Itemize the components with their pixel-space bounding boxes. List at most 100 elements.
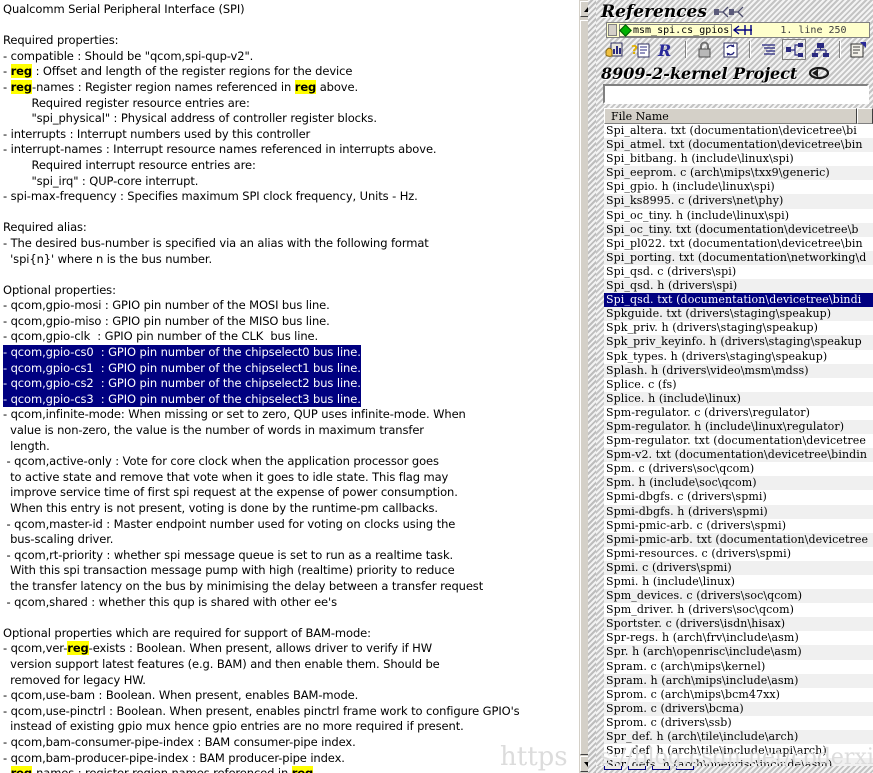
application-window: Qualcomm Serial Peripheral Interface (SP…	[0, 0, 873, 773]
doc-line: - qcom,ver-reg-exists : Boolean. When pr…	[3, 641, 432, 656]
file-list-row[interactable]: Spmi-dbgfs. c (drivers\spmi)	[604, 490, 873, 504]
doc-line: Required interrupt resource entries are:	[3, 157, 256, 172]
bottom-icon-4[interactable]	[676, 766, 694, 770]
list-view-button[interactable]	[756, 39, 780, 60]
selected-text: - qcom,gpio-cs0 : GPIO pin number of the…	[3, 345, 361, 361]
file-list-row[interactable]: Spm-v2. txt (documentation\devicetree\bi…	[604, 448, 873, 463]
history-button[interactable]	[602, 39, 626, 60]
doc-line: Required properties:	[3, 33, 119, 48]
doc-line: bus-scaling driver.	[3, 532, 114, 547]
refresh-button[interactable]	[718, 39, 742, 60]
bottom-icon-1[interactable]	[604, 766, 622, 770]
file-list-row[interactable]: Spi_oc_tiny. txt (documentation\devicetr…	[604, 222, 873, 237]
file-list-row[interactable]: Spm_driver. h (drivers\soc\qcom)	[604, 603, 873, 617]
file-list-row[interactable]: Spi_pl022. txt (documentation\devicetree…	[604, 237, 873, 251]
doc-line: - reg-names : register region names refe…	[3, 766, 575, 773]
file-list-row[interactable]: Sprom. c (arch\mips\bcm47xx)	[604, 688, 873, 702]
file-list-row[interactable]: Spi_eeprom. c (arch\mips\txx9\generic)	[604, 166, 873, 181]
file-list-row[interactable]: Sprom. c (drivers\bcma)	[604, 701, 873, 716]
symbol-location-bar[interactable]: msm_spi.cs_gpios 1. line 250	[606, 22, 870, 38]
tree-view-button[interactable]	[808, 39, 832, 60]
highlighted-keyword: reg	[294, 79, 317, 94]
file-list-row[interactable]: Spi_porting. txt (documentation\networki…	[604, 250, 873, 265]
file-list[interactable]: Spi_altera. txt (documentation\devicetre…	[604, 124, 873, 766]
project-panel-title: 8909-2-kernel Project	[601, 62, 830, 84]
file-list-row[interactable]: Spi_oc_tiny. h (include\linux\spi)	[604, 209, 873, 223]
file-list-row[interactable]: Sprom. c (drivers\ssb)	[604, 716, 873, 730]
lock-button[interactable]	[692, 39, 716, 60]
doc-line: version support latest features (e.g. BA…	[3, 656, 440, 671]
doc-line: - qcom,bam-consumer-pipe-index : BAM con…	[3, 734, 356, 749]
crumb-drag-handle[interactable]	[608, 24, 617, 36]
file-list-row[interactable]: Spm. c (drivers\soc\qcom)	[604, 462, 873, 476]
file-list-row[interactable]: Spmi-resources. c (drivers\spmi)	[604, 547, 873, 561]
file-list-row[interactable]: Spmi-pmic-arb. c (drivers\spmi)	[604, 519, 873, 533]
doc-line: - compatible : Should be "qcom,spi-qup-v…	[3, 48, 254, 63]
doc-line	[3, 267, 575, 283]
file-list-row[interactable]: Spm. h (include\soc\qcom)	[604, 476, 873, 491]
project-title-label: 8909-2-kernel Project	[601, 63, 798, 83]
file-list-row[interactable]: Spi_altera. txt (documentation\devicetre…	[604, 124, 873, 138]
file-list-row[interactable]: Spmi. h (include\linux)	[604, 575, 873, 589]
graph-view-button[interactable]	[782, 39, 806, 60]
back-to-parent-icon[interactable]	[732, 24, 754, 36]
file-list-row[interactable]: Spm-regulator. txt (documentation\device…	[604, 434, 873, 448]
file-list-row[interactable]: Spk_priv. h (drivers\staging\speakup)	[604, 321, 873, 335]
doc-line	[3, 18, 575, 34]
doc-line: - qcom,gpio-cs3 : GPIO pin number of the…	[3, 391, 575, 408]
file-list-row[interactable]: Spm_devices. c (drivers\soc\qcom)	[604, 589, 873, 604]
symbol-chip[interactable]: msm_spi.cs_gpios	[619, 23, 733, 37]
file-list-row[interactable]: Sportster. c (drivers\isdn\hisax)	[604, 617, 873, 632]
doc-line: With this spi transaction message pump w…	[3, 563, 455, 578]
file-list-row[interactable]: Spkguide. txt (drivers\staging\speakup)	[604, 307, 873, 322]
file-list-row[interactable]: Splash. h (drivers\video\msm\mdss)	[604, 363, 873, 378]
bottom-icon-2[interactable]	[628, 766, 646, 770]
highlighted-keyword: reg	[291, 766, 313, 773]
file-list-row[interactable]: Spi_qsd. h (drivers\spi)	[604, 279, 873, 294]
pane-divider[interactable]	[588, 0, 596, 773]
doc-line: "spi_physical" : Physical address of con…	[3, 111, 377, 126]
file-list-row[interactable]: Spr_def. h (arch\tile\include\arch)	[604, 730, 873, 745]
highlighted-keyword: reg	[10, 766, 32, 773]
file-list-row[interactable]: Spm-regulator. c (drivers\regulator)	[604, 406, 873, 420]
file-list-row[interactable]: Spr_def. h (arch\tile\include\uapi\arch)	[604, 744, 873, 758]
file-list-row[interactable]: Spi_bitbang. h (include\linux\spi)	[604, 152, 873, 166]
file-list-row[interactable]: Spi_qsd. txt (documentation\devicetree\b…	[604, 293, 873, 308]
file-list-row[interactable]: Spmi. c (drivers\spmi)	[604, 560, 873, 575]
selected-text: - qcom,gpio-cs3 : GPIO pin number of the…	[3, 391, 361, 408]
file-list-row[interactable]: Spr-regs. h (arch\frv\include\asm)	[604, 631, 873, 645]
file-list-row[interactable]: Spi_ks8995. c (drivers\net\phy)	[604, 194, 873, 209]
file-list-row[interactable]: Spmi-dbgfs. h (drivers\spmi)	[604, 504, 873, 519]
file-list-row[interactable]: Spk_types. h (drivers\staging\speakup)	[604, 350, 873, 364]
doc-line: 'spi{n}' where n is the bus number.	[3, 251, 213, 266]
doc-line: length.	[3, 438, 50, 453]
file-list-row[interactable]: Spk_priv_keyinfo. h (drivers\staging\spe…	[604, 335, 873, 350]
file-list-header: File Name	[604, 108, 873, 124]
file-list-row[interactable]: Spmi-pmic-arb. txt (documentation\device…	[604, 532, 873, 547]
file-list-row[interactable]: Spi_atmel. txt (documentation\devicetree…	[604, 138, 873, 153]
question-button[interactable]: ?	[628, 39, 652, 60]
selected-text: - qcom,gpio-cs2 : GPIO pin number of the…	[3, 376, 361, 392]
doc-line: Optional properties:	[3, 282, 116, 297]
file-list-row[interactable]: Spi_gpio. h (include\linux\spi)	[604, 180, 873, 194]
file-list-row[interactable]: Spr_defs. h (arch\openrisc\include\asm)	[604, 758, 873, 766]
file-list-row[interactable]: Spi_qsd. c (drivers\spi)	[604, 265, 873, 279]
references-panel-title: References	[601, 1, 744, 23]
file-filter-box[interactable]	[603, 84, 869, 104]
file-list-row[interactable]: Spm-regulator. h (include\linux\regulato…	[604, 419, 873, 435]
toolbar-separator-3	[839, 41, 841, 58]
column-header-file-name[interactable]: File Name	[604, 108, 857, 124]
file-filter-input[interactable]	[605, 86, 867, 102]
file-list-row[interactable]: Spram. h (arch\mips\include\asm)	[604, 673, 873, 688]
column-header-label: File Name	[611, 109, 669, 123]
file-list-row[interactable]: Spr. h (arch\openrisc\include\asm)	[604, 645, 873, 660]
bottom-icon-3[interactable]	[652, 766, 670, 770]
regex-button[interactable]: R	[654, 39, 678, 60]
documentation-viewer[interactable]: Qualcomm Serial Peripheral Interface (SP…	[0, 0, 583, 773]
file-list-row[interactable]: Splice. h (include\linux)	[604, 391, 873, 406]
file-list-row[interactable]: Spram. c (arch\mips\kernel)	[604, 660, 873, 674]
doc-line: improve service time of first spi reques…	[3, 485, 458, 500]
file-list-row[interactable]: Splice. c (fs)	[604, 378, 873, 392]
properties-button[interactable]	[846, 39, 870, 60]
call-graph-icon	[713, 4, 744, 20]
